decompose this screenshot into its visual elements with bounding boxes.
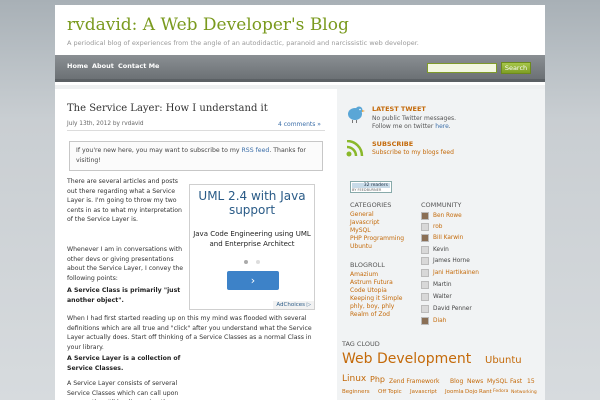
divider <box>67 130 325 131</box>
blogroll-link[interactable]: Astrum Futura <box>350 279 393 286</box>
community-heading: COMMUNITY <box>421 201 462 209</box>
member-name[interactable]: Diah <box>433 318 446 324</box>
sidebar: LATEST TWEET No public Twitter messages.… <box>337 89 545 400</box>
avatar <box>421 246 429 254</box>
rss-feed-link[interactable]: RSS feed <box>241 147 269 154</box>
post-title[interactable]: The Service Layer: How I understand it <box>67 103 268 114</box>
twitter-link[interactable]: here <box>435 123 449 130</box>
subscribe-link[interactable]: Subscribe to my blogs feed <box>372 149 454 156</box>
avatar <box>421 317 429 325</box>
avatar <box>421 234 429 242</box>
latest-tweet-heading: LATEST TWEET <box>372 105 426 113</box>
blogroll-link[interactable]: phly, boy, phly <box>350 303 394 310</box>
ad-dot[interactable] <box>256 260 260 264</box>
tag-link[interactable]: Fast <box>510 378 522 385</box>
site-header: rvdavid: A Web Developer's Blog A period… <box>55 5 545 55</box>
tag-link[interactable]: 15 <box>527 378 535 385</box>
ad-title[interactable]: UML 2.4 with Java support <box>190 189 314 217</box>
tag-link[interactable]: News <box>467 378 483 385</box>
search-button[interactable]: Search <box>501 62 531 74</box>
post-paragraph: A Service Class is primarily "just anoth… <box>67 286 185 305</box>
member-name[interactable]: rob <box>433 224 442 230</box>
blogroll-link[interactable]: Code Utopia <box>350 287 387 294</box>
tag-link[interactable]: Web Development <box>342 351 471 367</box>
latest-tweet-text: No public Twitter messages. <box>372 115 457 122</box>
category-link[interactable]: Javascript <box>350 219 379 226</box>
category-link[interactable]: Ubuntu <box>350 243 372 250</box>
rss-feed-icon <box>346 140 364 157</box>
tag-link[interactable]: Fedora <box>493 389 508 394</box>
tag-link[interactable]: Beginners <box>342 389 370 395</box>
member-name[interactable]: Walter <box>433 294 452 300</box>
avatar <box>421 212 429 220</box>
post-paragraph: A Service Layer is a collection of Servi… <box>67 354 185 373</box>
member-name[interactable]: Kevin <box>433 247 449 253</box>
member-name[interactable]: Ben Rowe <box>433 213 462 219</box>
feed-badge-by: BY FEEDBURNER <box>352 188 382 192</box>
nav-bar: Home About Contact Me Search <box>55 55 545 82</box>
avatar <box>421 305 429 313</box>
category-link[interactable]: MySQL <box>350 227 371 234</box>
rss-notice: If you're new here, you may want to subs… <box>69 141 323 171</box>
tag-cloud-heading: TAG CLOUD <box>342 340 380 348</box>
feedburner-badge[interactable]: 32 readers BY FEEDBURNER <box>350 181 392 193</box>
blogroll-link[interactable]: Amazium <box>350 271 378 278</box>
category-link[interactable]: PHP Programming <box>350 235 404 242</box>
ad-subtitle[interactable]: Java Code Engineering using UML and Ente… <box>190 229 314 249</box>
member-name[interactable]: Bill Karwin <box>433 235 463 241</box>
site-tagline: A periodical blog of experiences from th… <box>67 39 419 47</box>
post-paragraph: There are several articles and posts out… <box>67 178 182 224</box>
avatar <box>421 257 429 265</box>
blogroll-link[interactable]: Keeping it Simple <box>350 295 402 302</box>
avatar <box>421 223 429 231</box>
avatar <box>421 281 429 289</box>
ad-dot-active[interactable] <box>244 260 248 264</box>
post-paragraph: Whenever I am in conversations with othe… <box>67 246 184 282</box>
ad-choices-link[interactable]: AdChoices ▷ <box>273 301 314 309</box>
post-emphasis: A Service Class is primarily "just anoth… <box>67 287 181 304</box>
member-name[interactable]: James Horne <box>433 258 470 264</box>
post-meta: July 13th, 2012 by rvdavid <box>67 121 144 127</box>
rss-notice-text: If you're new here, you may want to subs… <box>76 147 240 154</box>
twitter-bird-icon <box>348 106 365 123</box>
nav-item-contact[interactable]: Contact Me <box>118 62 159 70</box>
ad-next-button[interactable]: › <box>227 271 279 290</box>
page-container: rvdavid: A Web Developer's Blog A period… <box>55 5 545 400</box>
post-paragraph: A Service Layer consists of serveral Ser… <box>67 380 179 400</box>
main-column: The Service Layer: How I understand it J… <box>67 97 325 400</box>
tag-link[interactable]: Dojo <box>465 389 478 395</box>
tag-link[interactable]: Zend Framework <box>389 378 440 385</box>
tag-link[interactable]: Rant <box>479 389 492 395</box>
tag-link[interactable]: MySQL <box>487 378 508 385</box>
blogroll-link[interactable]: Realm of Zod <box>350 311 390 318</box>
tag-link[interactable]: Ubuntu <box>485 355 522 366</box>
search-input[interactable] <box>427 63 497 73</box>
tag-link[interactable]: Off Topic <box>378 389 402 395</box>
follow-twitter-text: Follow me on twitter here. <box>372 123 451 130</box>
post-emphasis: A Service Layer is a collection of Servi… <box>67 355 181 372</box>
nav-item-home[interactable]: Home <box>67 62 88 70</box>
member-name[interactable]: David Penner <box>433 306 472 312</box>
categories-heading: CATEGORIES <box>350 201 392 209</box>
avatar <box>421 293 429 301</box>
tag-link[interactable]: Networking <box>511 390 537 395</box>
category-link[interactable]: General <box>350 211 374 218</box>
site-title[interactable]: rvdavid: A Web Developer's Blog <box>67 15 349 35</box>
subscribe-heading: SUBSCRIBE <box>372 140 414 148</box>
member-name[interactable]: Jani Hartikainen <box>433 270 479 276</box>
follow-twitter-end: . <box>448 123 451 130</box>
tag-link[interactable]: Linux <box>342 374 366 384</box>
avatar <box>421 269 429 277</box>
blogroll-heading: BLOGROLL <box>350 261 385 269</box>
follow-twitter-label: Follow me on twitter <box>372 123 434 130</box>
tag-link[interactable]: Javascript <box>410 389 437 395</box>
comments-link[interactable]: 4 comments » <box>278 121 321 128</box>
nav-item-about[interactable]: About <box>92 62 114 70</box>
ad-banner[interactable]: UML 2.4 with Java support Java Code Engi… <box>189 184 315 310</box>
tag-link[interactable]: Blog <box>450 378 463 385</box>
tag-link[interactable]: Php <box>370 375 385 384</box>
tag-link[interactable]: Joomla <box>445 389 464 395</box>
member-name[interactable]: Martin <box>433 282 452 288</box>
post-paragraph: When I had first started reading up on t… <box>67 315 312 351</box>
